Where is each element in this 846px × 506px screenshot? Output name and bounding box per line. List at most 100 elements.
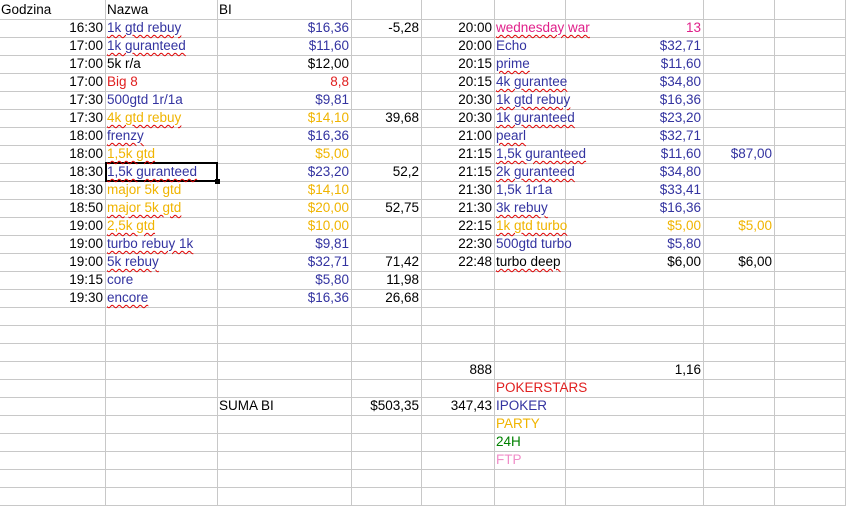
time-cell[interactable]: 20:00 xyxy=(422,19,492,37)
tournament-name-cell[interactable]: 5k rebuy xyxy=(107,253,216,271)
buy-in-cell[interactable]: $5,00 xyxy=(566,217,701,235)
time-cell[interactable]: 19:15 xyxy=(0,271,103,289)
time-cell[interactable]: 17:30 xyxy=(0,91,103,109)
result-cell[interactable]: -5,28 xyxy=(352,19,419,37)
tournament-name-cell[interactable]: 500gtd 1r/1a xyxy=(107,91,216,109)
tournament-name-cell[interactable]: 1k gtd rebuy xyxy=(107,19,216,37)
time-cell[interactable]: 22:30 xyxy=(422,235,492,253)
time-cell[interactable]: 18:00 xyxy=(0,127,103,145)
time-cell[interactable]: 16:30 xyxy=(0,19,103,37)
time-cell[interactable]: 18:30 xyxy=(0,181,103,199)
site-legend-label[interactable]: IPOKER xyxy=(496,397,564,415)
tournament-name-cell[interactable]: core xyxy=(107,271,216,289)
site-legend-label[interactable]: 24H xyxy=(496,433,564,451)
result-cell[interactable]: 52,2 xyxy=(352,163,419,181)
tournament-name-cell[interactable]: 1,5k guranteed xyxy=(107,163,216,181)
buy-in-cell[interactable]: $32,71 xyxy=(566,37,701,55)
site-888-label[interactable]: 888 xyxy=(422,361,492,379)
time-cell[interactable]: 21:15 xyxy=(422,145,492,163)
buy-in-cell[interactable]: $14,10 xyxy=(218,181,349,199)
tournament-name-cell[interactable]: 1k guranteed xyxy=(107,37,216,55)
result-cell[interactable]: $87,00 xyxy=(704,145,772,163)
buy-in-cell[interactable]: $34,80 xyxy=(566,73,701,91)
time-cell[interactable]: 17:00 xyxy=(0,73,103,91)
time-cell[interactable]: 17:00 xyxy=(0,55,103,73)
tournament-name-cell[interactable]: turbo rebuy 1k xyxy=(107,235,216,253)
buy-in-cell[interactable]: $32,71 xyxy=(566,127,701,145)
time-cell[interactable]: 19:00 xyxy=(0,217,103,235)
result-cell[interactable]: 26,68 xyxy=(352,289,419,307)
header-bi[interactable]: BI xyxy=(219,1,350,19)
time-cell[interactable]: 19:30 xyxy=(0,289,103,307)
header-godzina[interactable]: Godzina xyxy=(1,1,104,19)
tournament-name-cell[interactable]: 3k rebuy xyxy=(496,199,564,217)
result-cell[interactable]: $6,00 xyxy=(704,253,772,271)
buy-in-cell[interactable]: $16,36 xyxy=(566,91,701,109)
buy-in-cell[interactable]: $34,80 xyxy=(566,163,701,181)
buy-in-cell[interactable]: $16,36 xyxy=(218,127,349,145)
time-cell[interactable]: 21:30 xyxy=(422,181,492,199)
suma-bi-total[interactable]: $503,35 xyxy=(352,397,419,415)
buy-in-cell[interactable]: $5,00 xyxy=(218,145,349,163)
time-cell[interactable]: 17:00 xyxy=(0,37,103,55)
buy-in-cell[interactable]: $20,00 xyxy=(218,199,349,217)
time-cell[interactable]: 20:15 xyxy=(422,73,492,91)
tournament-name-cell[interactable]: 4k gurantee xyxy=(496,73,567,91)
tournament-name-cell[interactable]: 4k gtd rebuy xyxy=(107,109,216,127)
buy-in-cell[interactable]: $16,36 xyxy=(566,199,701,217)
time-cell[interactable]: 18:30 xyxy=(0,163,103,181)
buy-in-cell[interactable]: $32,71 xyxy=(218,253,349,271)
result-cell[interactable]: 39,68 xyxy=(352,109,419,127)
time-cell[interactable]: 18:00 xyxy=(0,145,103,163)
tournament-name-cell[interactable]: major 5k gtd xyxy=(107,199,216,217)
time-cell[interactable]: 19:00 xyxy=(0,253,103,271)
site-legend-label[interactable]: FTP xyxy=(496,451,564,469)
time-cell[interactable]: 20:30 xyxy=(422,91,492,109)
tournament-name-cell[interactable]: frenzy xyxy=(107,127,216,145)
time-cell[interactable]: 22:15 xyxy=(422,217,492,235)
tournament-name-cell[interactable]: 1,5k guranteed xyxy=(496,145,586,163)
buy-in-cell[interactable]: 8,8 xyxy=(218,73,349,91)
site-888-value[interactable]: 1,16 xyxy=(566,361,701,379)
time-cell[interactable]: 20:15 xyxy=(422,55,492,73)
time-cell[interactable]: 20:00 xyxy=(422,37,492,55)
buy-in-cell[interactable]: $14,10 xyxy=(218,109,349,127)
suma-bi-label[interactable]: SUMA BI xyxy=(219,397,350,415)
time-cell[interactable]: 21:30 xyxy=(422,199,492,217)
time-cell[interactable]: 19:00 xyxy=(0,235,103,253)
tournament-name-cell[interactable]: pearl xyxy=(496,127,564,145)
time-cell[interactable]: 17:30 xyxy=(0,109,103,127)
tournament-name-cell[interactable]: 1k guranteed xyxy=(496,109,575,127)
tournament-name-cell[interactable]: 1,5k 1r1a xyxy=(496,181,564,199)
tournament-name-cell[interactable]: 1k gtd turbo xyxy=(496,217,567,235)
header-nazwa[interactable]: Nazwa xyxy=(107,1,216,19)
tournament-name-cell[interactable]: wednesday war xyxy=(496,19,590,37)
buy-in-cell[interactable]: $23,20 xyxy=(566,109,701,127)
result-cell[interactable]: $5,00 xyxy=(704,217,772,235)
tournament-name-cell[interactable]: encore xyxy=(107,289,216,307)
site-legend-label[interactable]: PARTY xyxy=(496,415,564,433)
buy-in-cell[interactable]: $33,41 xyxy=(566,181,701,199)
suma-extra-total[interactable]: 347,43 xyxy=(422,397,492,415)
time-cell[interactable]: 22:48 xyxy=(422,253,492,271)
tournament-name-cell[interactable]: 2,5k gtd xyxy=(107,217,216,235)
buy-in-cell[interactable]: $11,60 xyxy=(566,55,701,73)
tournament-name-cell[interactable]: major 5k gtd xyxy=(107,181,216,199)
time-cell[interactable]: 21:00 xyxy=(422,127,492,145)
buy-in-cell[interactable]: $5,80 xyxy=(218,271,349,289)
buy-in-cell[interactable]: $9,81 xyxy=(218,91,349,109)
tournament-name-cell[interactable]: 1k gtd rebuy xyxy=(496,91,570,109)
tournament-name-cell[interactable]: prime xyxy=(496,55,564,73)
tournament-name-cell[interactable]: 5k r/a xyxy=(107,55,216,73)
buy-in-cell[interactable]: $12,00 xyxy=(218,55,349,73)
time-cell[interactable]: 18:50 xyxy=(0,199,103,217)
tournament-name-cell[interactable]: 1,5k gtd xyxy=(107,145,216,163)
result-cell[interactable]: 11,98 xyxy=(352,271,419,289)
tournament-name-cell[interactable]: 500gtd turbo xyxy=(496,235,572,253)
buy-in-cell[interactable]: $23,20 xyxy=(218,163,349,181)
site-legend-label[interactable]: POKERSTARS xyxy=(496,379,587,397)
buy-in-cell[interactable]: $16,36 xyxy=(218,19,349,37)
tournament-name-cell[interactable]: Big 8 xyxy=(107,73,216,91)
buy-in-cell[interactable]: $11,60 xyxy=(566,145,701,163)
buy-in-cell[interactable]: $5,80 xyxy=(566,235,701,253)
